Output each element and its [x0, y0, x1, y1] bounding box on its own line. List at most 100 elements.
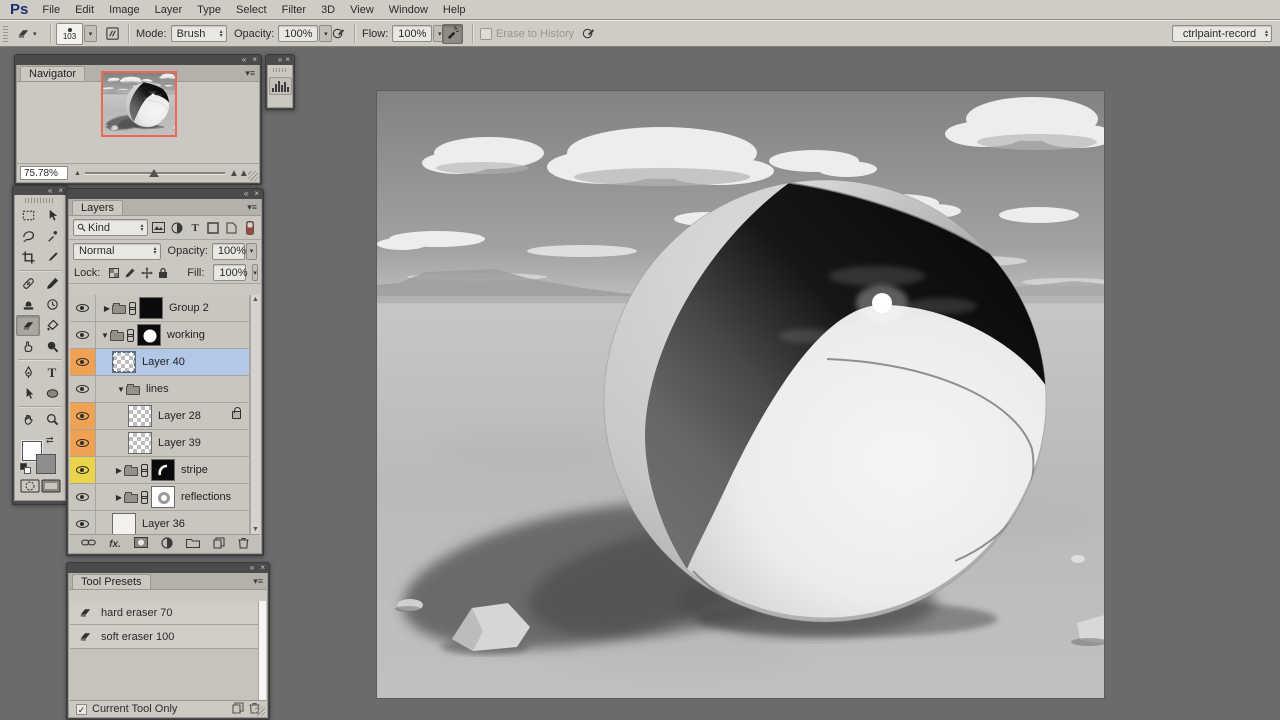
layers-scrollbar[interactable]: ▲ ▼	[250, 295, 260, 534]
opacity-field[interactable]: 100%	[278, 25, 318, 42]
histogram-dock-header[interactable]: »×	[266, 55, 294, 65]
menu-window[interactable]: Window	[389, 4, 428, 16]
tool-ellipse-shape[interactable]	[40, 383, 64, 404]
eye-icon[interactable]	[76, 331, 89, 339]
default-colors-icon[interactable]	[20, 463, 32, 475]
tool-burn[interactable]	[40, 336, 64, 357]
brush-preset-picker[interactable]: 103	[56, 23, 83, 45]
layer-row-working[interactable]: ▼ working	[70, 322, 249, 349]
dock-grip[interactable]	[273, 68, 287, 72]
toggle-brush-panel-button[interactable]	[102, 24, 123, 44]
tool-type[interactable]: T	[40, 362, 64, 383]
tablet-pressure-opacity-button[interactable]	[328, 24, 349, 44]
menu-view[interactable]: View	[350, 4, 374, 16]
tool-eyedropper[interactable]	[40, 247, 64, 268]
layer-thumbnail[interactable]	[112, 513, 136, 534]
filter-image-icon[interactable]	[152, 220, 166, 235]
menu-filter[interactable]: Filter	[282, 4, 306, 16]
visibility-well[interactable]	[70, 430, 96, 456]
zoom-in-mountain-icon[interactable]: ▲▲	[229, 168, 249, 179]
menu-help[interactable]: Help	[443, 4, 466, 16]
layer-name[interactable]: Layer 39	[158, 437, 201, 449]
layers-opacity-arrow[interactable]: ▾	[246, 243, 257, 260]
tool-presets-window-header[interactable]: «×	[67, 563, 269, 573]
layer-thumbnail[interactable]	[128, 405, 152, 427]
menu-type[interactable]: Type	[197, 4, 221, 16]
options-bar-grip[interactable]	[3, 25, 8, 42]
tool-presets-scrollbar[interactable]	[258, 601, 266, 700]
menu-edit[interactable]: Edit	[75, 4, 94, 16]
close-panel-icon[interactable]: ×	[58, 187, 63, 195]
filter-type-icon[interactable]: T	[188, 220, 202, 235]
tool-lasso[interactable]	[16, 226, 40, 247]
tools-window-header[interactable]: «×	[13, 186, 67, 195]
eye-icon[interactable]	[76, 466, 89, 474]
mode-dropdown[interactable]: Brush ▴▾	[171, 25, 227, 42]
tool-paint-bucket[interactable]	[40, 315, 64, 336]
layer-name[interactable]: working	[167, 329, 205, 341]
filter-adjustment-icon[interactable]	[170, 220, 184, 235]
tool-clone-stamp[interactable]	[16, 294, 40, 315]
collapse-panel-icon[interactable]: «	[250, 564, 254, 572]
panel-menu-icon[interactable]: ▾≡	[245, 68, 255, 79]
visibility-well[interactable]	[70, 322, 96, 348]
tablet-pressure-size-button[interactable]	[578, 24, 599, 44]
layer-style-button[interactable]: fx.	[109, 539, 121, 550]
menu-3d[interactable]: 3D	[321, 4, 335, 16]
layer-row-reflections[interactable]: ▶ reflections	[70, 484, 249, 511]
layer-thumbnail[interactable]	[128, 432, 152, 454]
delete-layer-button[interactable]	[238, 537, 249, 552]
visibility-well[interactable]	[70, 457, 96, 483]
layer-row-layer-36[interactable]: Layer 36	[70, 511, 249, 534]
tool-crop[interactable]	[16, 247, 40, 268]
preset-hard-eraser-70[interactable]: hard eraser 70	[70, 601, 258, 625]
tool-brush[interactable]	[40, 273, 64, 294]
tool-rectangular-marquee[interactable]	[16, 205, 40, 226]
navigator-zoom-field[interactable]: 75.78%	[20, 166, 68, 180]
tab-navigator[interactable]: Navigator	[20, 66, 85, 81]
visibility-well[interactable]	[70, 349, 96, 375]
new-group-button[interactable]	[186, 537, 200, 551]
link-layers-button[interactable]	[81, 538, 96, 550]
eye-icon[interactable]	[76, 520, 89, 528]
preset-soft-eraser-100[interactable]: soft eraser 100	[70, 625, 258, 649]
layer-thumbnail[interactable]	[139, 297, 163, 319]
close-panel-icon[interactable]: ×	[254, 190, 259, 198]
disclosure-expanded-icon[interactable]: ▼	[100, 331, 110, 340]
visibility-well[interactable]	[70, 484, 96, 510]
flow-field[interactable]: 100%	[392, 25, 432, 42]
collapse-panel-icon[interactable]: «	[242, 56, 246, 64]
expand-panel-icon[interactable]: »	[278, 56, 282, 64]
background-color-swatch[interactable]	[36, 454, 56, 474]
visibility-well[interactable]	[70, 295, 96, 321]
layer-row-layer-40[interactable]: Layer 40	[70, 349, 249, 376]
visibility-well[interactable]	[70, 376, 96, 402]
histogram-panel-button[interactable]	[269, 77, 292, 95]
layer-name[interactable]: reflections	[181, 491, 231, 503]
eye-icon[interactable]	[76, 304, 89, 312]
scroll-up-icon[interactable]: ▲	[252, 296, 259, 303]
lock-pixels-icon[interactable]	[124, 265, 136, 280]
quick-mask-button[interactable]	[20, 479, 40, 496]
tool-eraser[interactable]	[16, 315, 40, 336]
eye-icon[interactable]	[76, 493, 89, 501]
swap-colors-icon[interactable]: ⇄	[46, 435, 54, 446]
tool-history-brush[interactable]	[40, 294, 64, 315]
filtering-toggle[interactable]	[243, 220, 257, 235]
tool-smudge[interactable]	[16, 336, 40, 357]
panel-menu-icon[interactable]: ▾≡	[247, 202, 257, 213]
navigator-window-header[interactable]: «×	[15, 55, 261, 65]
visibility-well[interactable]	[70, 403, 96, 429]
tab-tool-presets[interactable]: Tool Presets	[72, 574, 151, 589]
tool-path-select[interactable]	[16, 383, 40, 404]
disclosure-collapsed-icon[interactable]: ▶	[102, 304, 112, 313]
disclosure-expanded-icon[interactable]: ▼	[116, 385, 126, 394]
lock-position-icon[interactable]	[141, 265, 153, 280]
scroll-down-icon[interactable]: ▼	[252, 526, 259, 533]
layers-window-header[interactable]: «×	[67, 189, 263, 199]
collapse-panel-icon[interactable]: «	[48, 187, 52, 195]
new-preset-button[interactable]	[232, 702, 244, 717]
menu-select[interactable]: Select	[236, 4, 267, 16]
layer-name[interactable]: Layer 28	[158, 410, 201, 422]
tool-healing-brush[interactable]	[16, 273, 40, 294]
